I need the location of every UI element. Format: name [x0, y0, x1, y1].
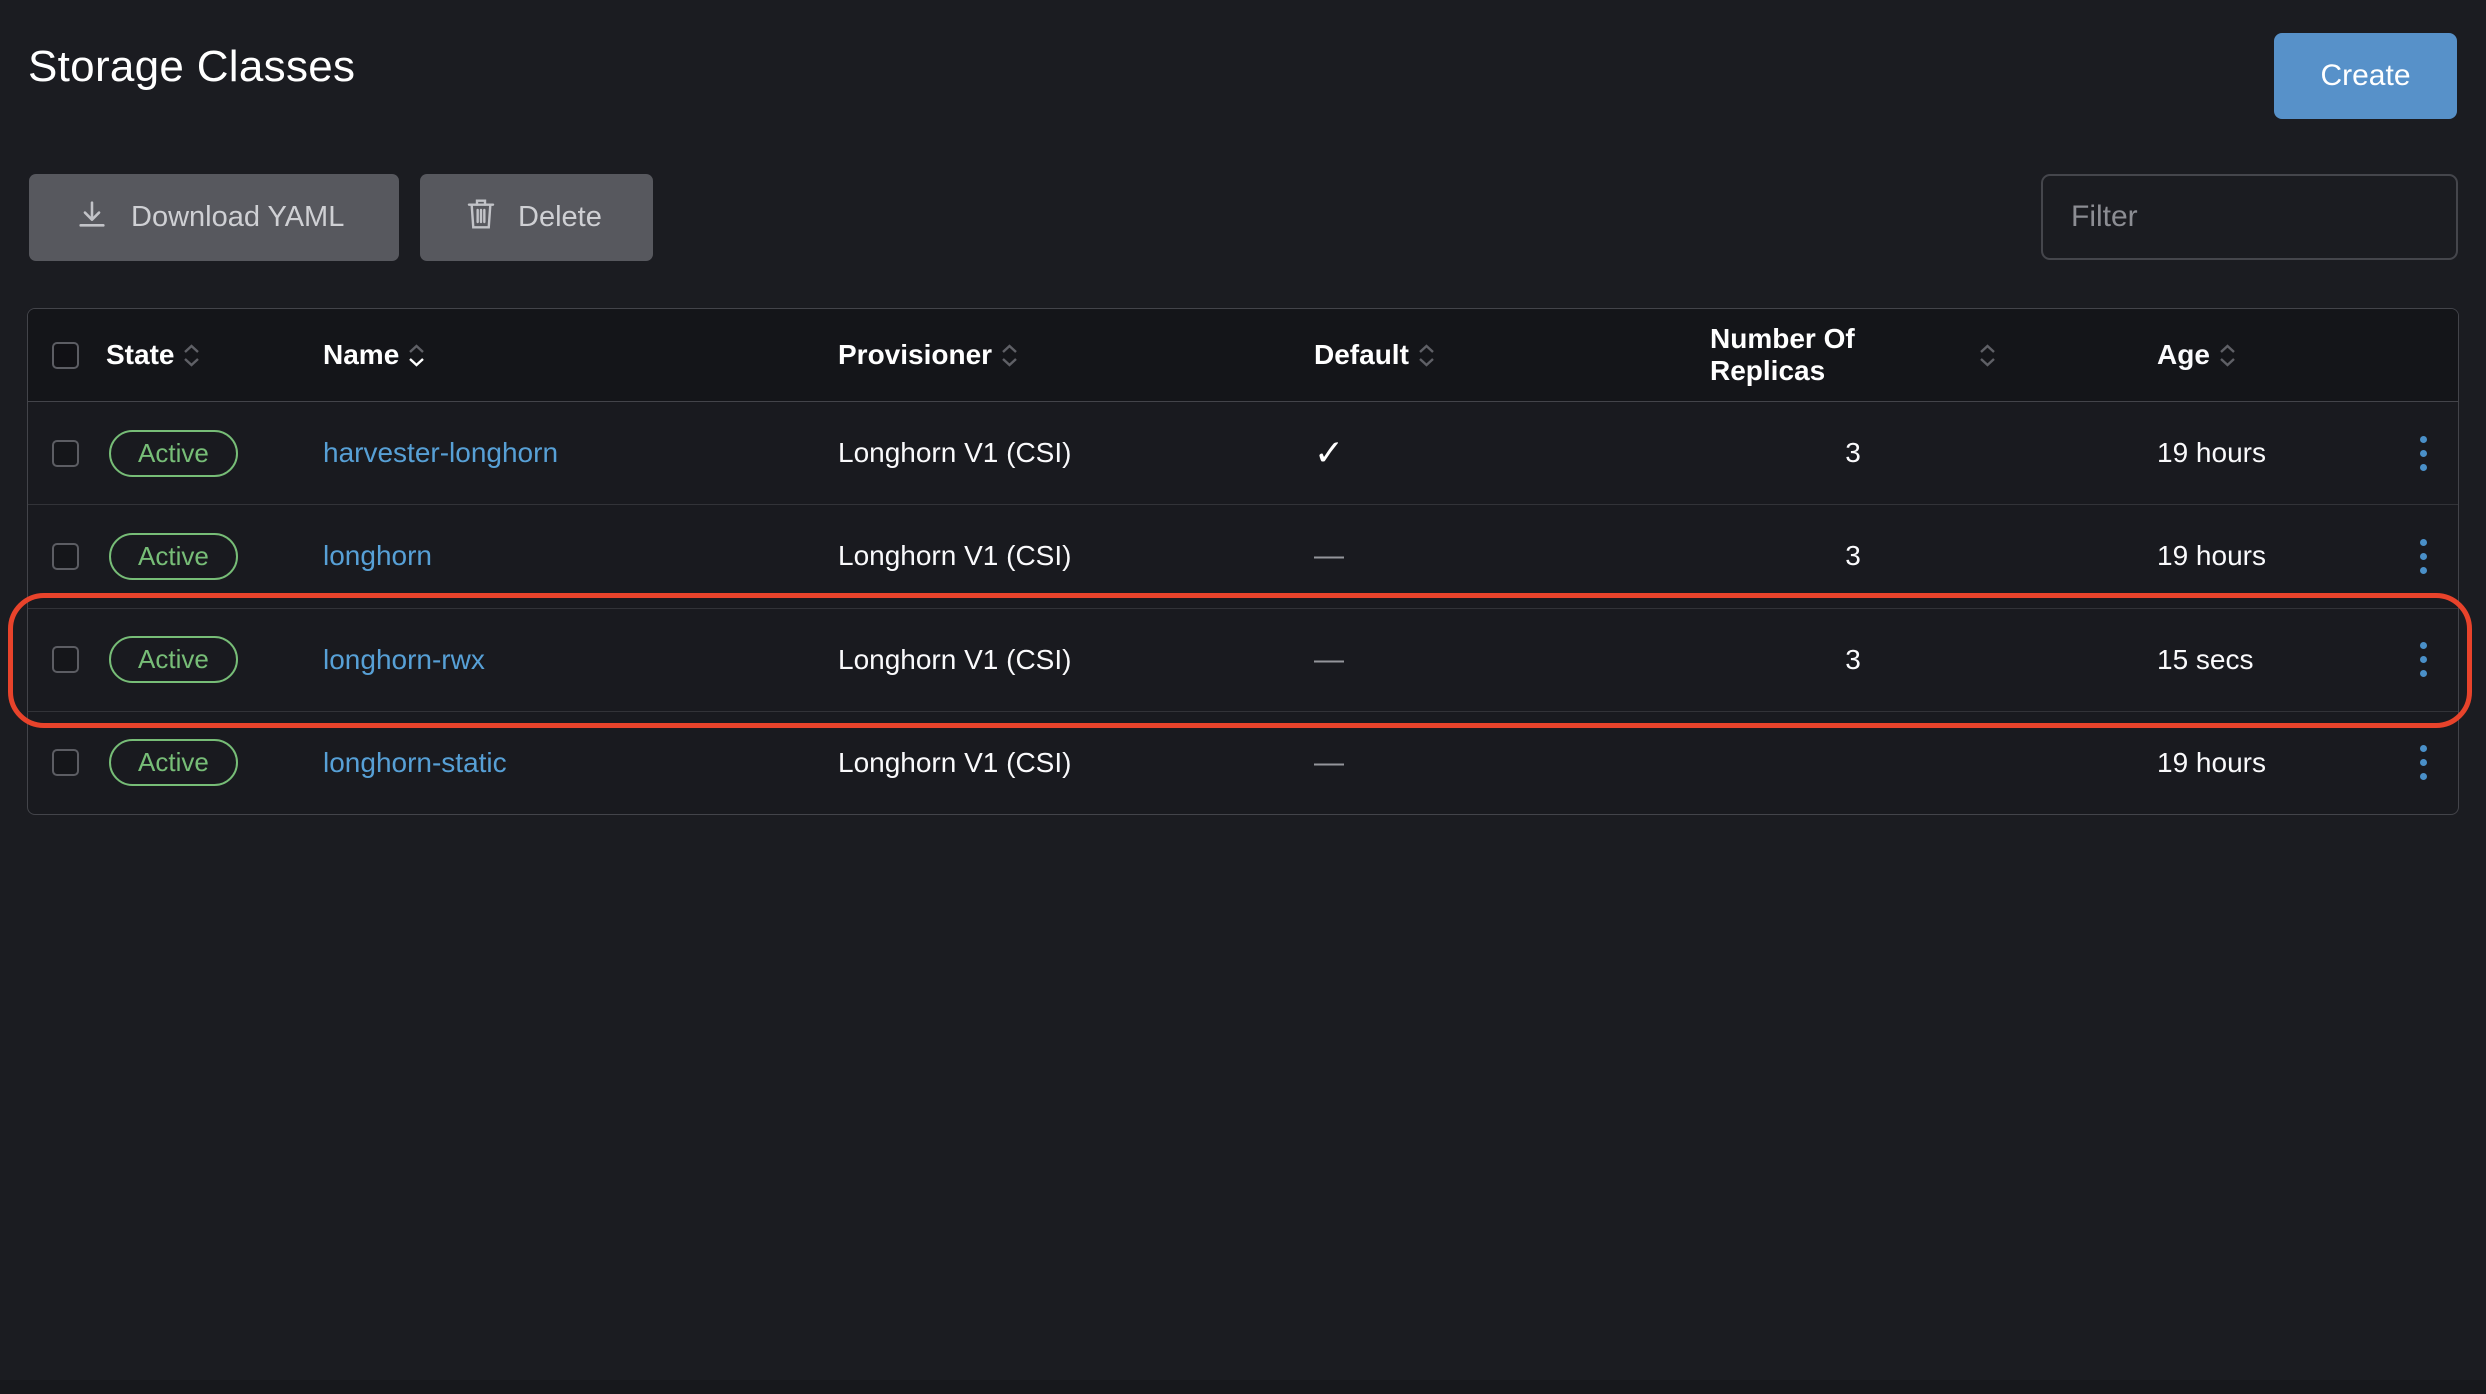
- replicas-cell: 3: [1845, 540, 1861, 572]
- row-checkbox[interactable]: [52, 542, 79, 570]
- replicas-cell: 3: [1845, 437, 1861, 469]
- delete-button[interactable]: Delete: [420, 174, 653, 261]
- column-header-name[interactable]: Name: [323, 339, 838, 371]
- row-actions-kebab-button[interactable]: [2404, 733, 2443, 792]
- default-dash: —: [1314, 642, 1344, 676]
- default-dash: —: [1314, 539, 1344, 573]
- table-row-highlighted: Active longhorn-rwx Longhorn V1 (CSI) — …: [28, 609, 2458, 712]
- trash-icon: [466, 198, 496, 238]
- row-checkbox[interactable]: [52, 749, 79, 777]
- download-yaml-button[interactable]: Download YAML: [29, 174, 399, 261]
- page-title: Storage Classes: [28, 42, 356, 91]
- sort-icon: [1979, 343, 1996, 367]
- status-badge: Active: [109, 532, 238, 580]
- default-checkmark-icon: ✓: [1314, 432, 1345, 474]
- delete-label: Delete: [518, 201, 602, 233]
- storage-class-link[interactable]: longhorn: [323, 540, 432, 571]
- default-dash: —: [1314, 745, 1344, 779]
- storage-class-link[interactable]: longhorn-rwx: [323, 644, 485, 675]
- row-actions-kebab-button[interactable]: [2404, 527, 2443, 586]
- row-checkbox[interactable]: [52, 646, 79, 674]
- select-all-checkbox[interactable]: [52, 341, 79, 369]
- sort-icon: [183, 343, 200, 367]
- row-actions-kebab-button[interactable]: [2404, 630, 2443, 689]
- column-header-provisioner[interactable]: Provisioner: [838, 339, 1314, 371]
- column-header-state[interactable]: State: [106, 339, 323, 371]
- column-header-replicas[interactable]: Number Of Replicas: [1710, 323, 1996, 387]
- status-badge: Active: [109, 429, 238, 477]
- age-cell: 15 secs: [2157, 643, 2254, 675]
- create-button[interactable]: Create: [2274, 33, 2457, 119]
- status-badge: Active: [109, 636, 238, 684]
- table-header-row: State Name Provisioner Default Number Of…: [28, 309, 2458, 402]
- storage-class-link[interactable]: harvester-longhorn: [323, 437, 558, 468]
- provisioner-cell: Longhorn V1 (CSI): [838, 540, 1072, 572]
- status-badge: Active: [109, 739, 238, 787]
- age-cell: 19 hours: [2157, 746, 2266, 778]
- storage-class-link[interactable]: longhorn-static: [323, 747, 507, 778]
- provisioner-cell: Longhorn V1 (CSI): [838, 746, 1072, 778]
- download-icon: [75, 197, 109, 239]
- table-row: Active longhorn Longhorn V1 (CSI) — 3 19…: [28, 505, 2458, 609]
- sort-icon-active: [408, 343, 425, 367]
- row-checkbox[interactable]: [52, 439, 79, 467]
- sort-icon: [2219, 343, 2236, 367]
- filter-input[interactable]: [2041, 174, 2458, 260]
- provisioner-cell: Longhorn V1 (CSI): [838, 643, 1072, 675]
- column-header-default[interactable]: Default: [1314, 339, 1710, 371]
- select-all-cell: [28, 341, 106, 369]
- provisioner-cell: Longhorn V1 (CSI): [838, 437, 1072, 469]
- column-header-age[interactable]: Age: [1996, 339, 2388, 371]
- storage-classes-table: State Name Provisioner Default Number Of…: [27, 308, 2459, 815]
- table-row: Active longhorn-static Longhorn V1 (CSI)…: [28, 712, 2458, 814]
- replicas-cell: 3: [1845, 643, 1861, 675]
- table-row: Active harvester-longhorn Longhorn V1 (C…: [28, 402, 2458, 506]
- sort-icon: [1418, 343, 1435, 367]
- sort-icon: [1001, 343, 1018, 367]
- footer-strip: [0, 1380, 2486, 1394]
- download-yaml-label: Download YAML: [131, 201, 345, 233]
- age-cell: 19 hours: [2157, 540, 2266, 572]
- age-cell: 19 hours: [2157, 437, 2266, 469]
- row-actions-kebab-button[interactable]: [2404, 424, 2443, 483]
